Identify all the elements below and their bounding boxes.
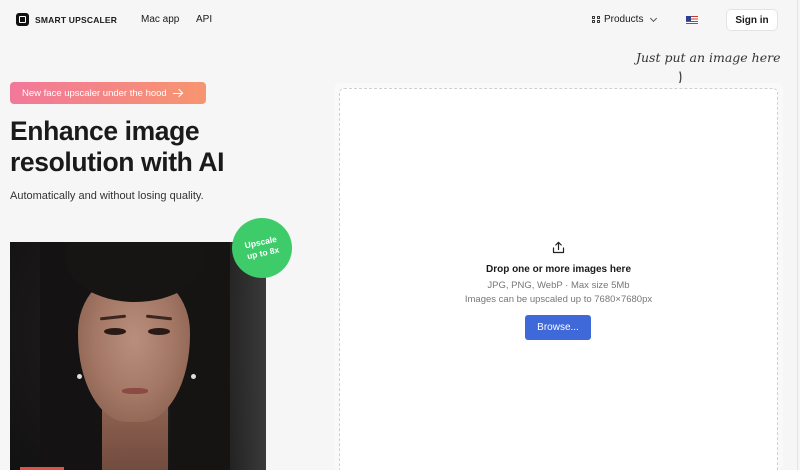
example-portrait-image xyxy=(10,242,266,470)
sign-in-button[interactable]: Sign in xyxy=(726,9,778,31)
image-dropzone[interactable] xyxy=(339,88,778,470)
dropzone-formats: JPG, PNG, WebP · Max size 5Mb xyxy=(487,280,630,291)
logo-mark-icon xyxy=(16,13,29,26)
dropzone-size-limit: Images can be upscaled up to 7680×7680px xyxy=(464,294,653,305)
scrollbar-track[interactable] xyxy=(797,0,798,470)
upload-icon xyxy=(552,241,565,254)
browse-button[interactable]: Browse... xyxy=(525,315,591,340)
brand-logo[interactable]: SMART UPSCALER xyxy=(16,13,117,26)
nav-link-mac-app[interactable]: Mac app xyxy=(141,14,179,25)
photo-earring-right xyxy=(191,374,196,379)
page-subtitle: Automatically and without losing quality… xyxy=(10,190,204,202)
photo-eye-right xyxy=(148,328,170,335)
arrow-right-icon xyxy=(172,89,183,97)
products-menu[interactable]: Products xyxy=(592,14,658,25)
page-title: Enhance image resolution with AI xyxy=(10,116,225,177)
stamp-text: Upscale up to 8x xyxy=(243,233,281,262)
photo-earring-left xyxy=(77,374,82,379)
dropzone-title: Drop one or more images here xyxy=(485,264,632,275)
grid-icon xyxy=(592,15,600,24)
nav-link-api[interactable]: API xyxy=(196,14,212,25)
photo-eye-left xyxy=(104,328,126,335)
us-flag-icon[interactable] xyxy=(686,16,698,24)
photo-mouth xyxy=(122,388,148,394)
top-navigation: SMART UPSCALER Mac app API Products Sign… xyxy=(0,0,800,40)
dropzone-hint: Just put an image here xyxy=(636,50,781,65)
brand-name: SMART UPSCALER xyxy=(35,14,118,25)
chevron-down-icon xyxy=(650,14,658,22)
products-label: Products xyxy=(604,14,644,25)
badge-text: New face upscaler under the hood xyxy=(22,87,167,99)
new-feature-badge[interactable]: New face upscaler under the hood xyxy=(10,82,206,104)
